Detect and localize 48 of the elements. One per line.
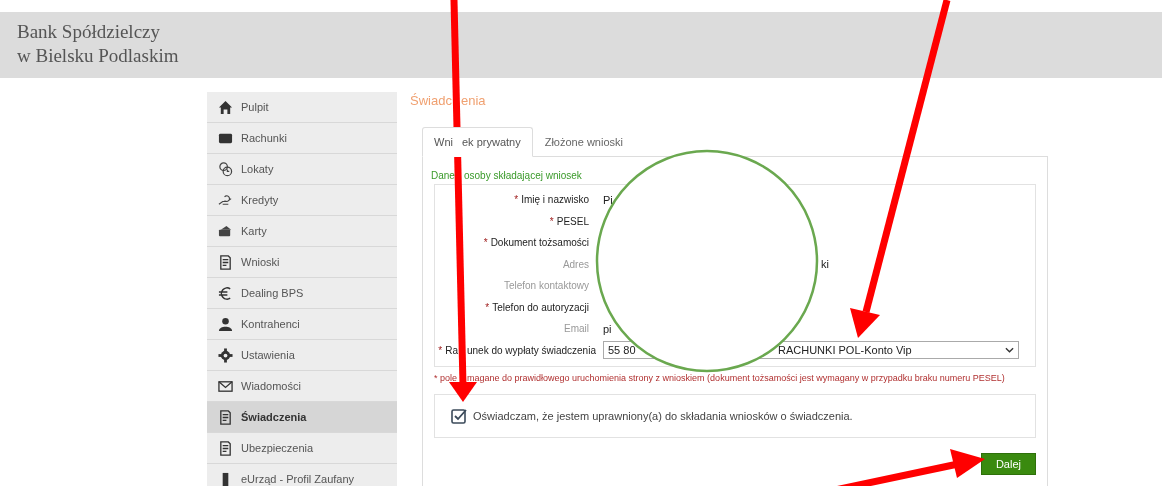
sidebar-item[interactable]: Kontrahenci	[207, 309, 397, 340]
checkbox[interactable]	[451, 408, 467, 424]
required-note: * pole	[434, 373, 458, 384]
next-button[interactable]: Dalej	[980, 453, 1036, 475]
sidebar-item[interactable]: eUrząd - Profil Zaufany	[207, 464, 397, 486]
sidebar-item[interactable]: Rachunki	[207, 123, 397, 154]
section-title: Dane	[431, 170, 454, 182]
page-title: enia	[461, 92, 486, 110]
sidebar-item[interactable]: Pulpit	[207, 92, 397, 123]
doc-icon	[218, 440, 233, 456]
person-icon	[218, 316, 233, 332]
required-note: magane do prawidłowego uruchomienia strony z wnioskiem (dokument tożsamości jest wymagany w przypadku braku numeru PESEL)	[467, 373, 1005, 384]
field-label: Email	[564, 323, 589, 335]
bank-name: w Bielsku Podlaskim	[17, 44, 180, 68]
sidebar-item[interactable]: Lokaty	[207, 154, 397, 185]
home-icon	[218, 99, 233, 115]
doc-icon	[218, 254, 233, 270]
field-value: Pi	[603, 193, 613, 206]
sidebar-item[interactable]: Ubezpieczenia	[207, 433, 397, 464]
field-label: * Ra	[437, 344, 458, 356]
mail-icon	[218, 378, 233, 394]
sidebar-item[interactable]: Dealing BPS	[207, 278, 397, 309]
sidebar-item[interactable]: Kredyty	[207, 185, 397, 216]
declaration-label: Oświadczam, że jestem uprawniony(a) do składania wniosków o świadczenia.	[473, 410, 853, 422]
field-label: * Dokument tożsamości	[483, 237, 589, 249]
field-value: pi	[603, 322, 612, 335]
page-title: Świadc	[410, 92, 452, 110]
euro-icon	[218, 285, 233, 301]
section-title: osoby składającej wniosek	[464, 170, 582, 182]
field-label: * Telefon do autoryzacji	[485, 301, 589, 313]
caret-icon	[1005, 347, 1014, 354]
card-icon	[218, 223, 233, 239]
sidebar-item[interactable]: Świadczenia	[207, 402, 397, 433]
field-label: Adres	[562, 258, 589, 270]
doc-icon	[218, 409, 233, 425]
tab[interactable]: Wni ek prywatny	[422, 127, 533, 157]
field-label: Telefon kontaktowy	[503, 280, 589, 292]
field-label: unek do wypłaty świadczenia	[467, 344, 596, 356]
field-label: * PESEL	[549, 215, 589, 227]
sidebar-item[interactable]: Wnioski	[207, 247, 397, 278]
field-label: * Imię i nazwisko	[514, 194, 589, 206]
sidebar-item[interactable]: Karty	[207, 216, 397, 247]
sidebar-item[interactable]: Ustawienia	[207, 340, 397, 371]
field-value: ki	[821, 258, 829, 271]
tab[interactable]: Złożone wnioski	[532, 127, 635, 157]
bank-name: Bank Spółdzielczy	[17, 20, 161, 44]
clock-icon	[218, 161, 233, 177]
gear-icon	[218, 347, 233, 363]
